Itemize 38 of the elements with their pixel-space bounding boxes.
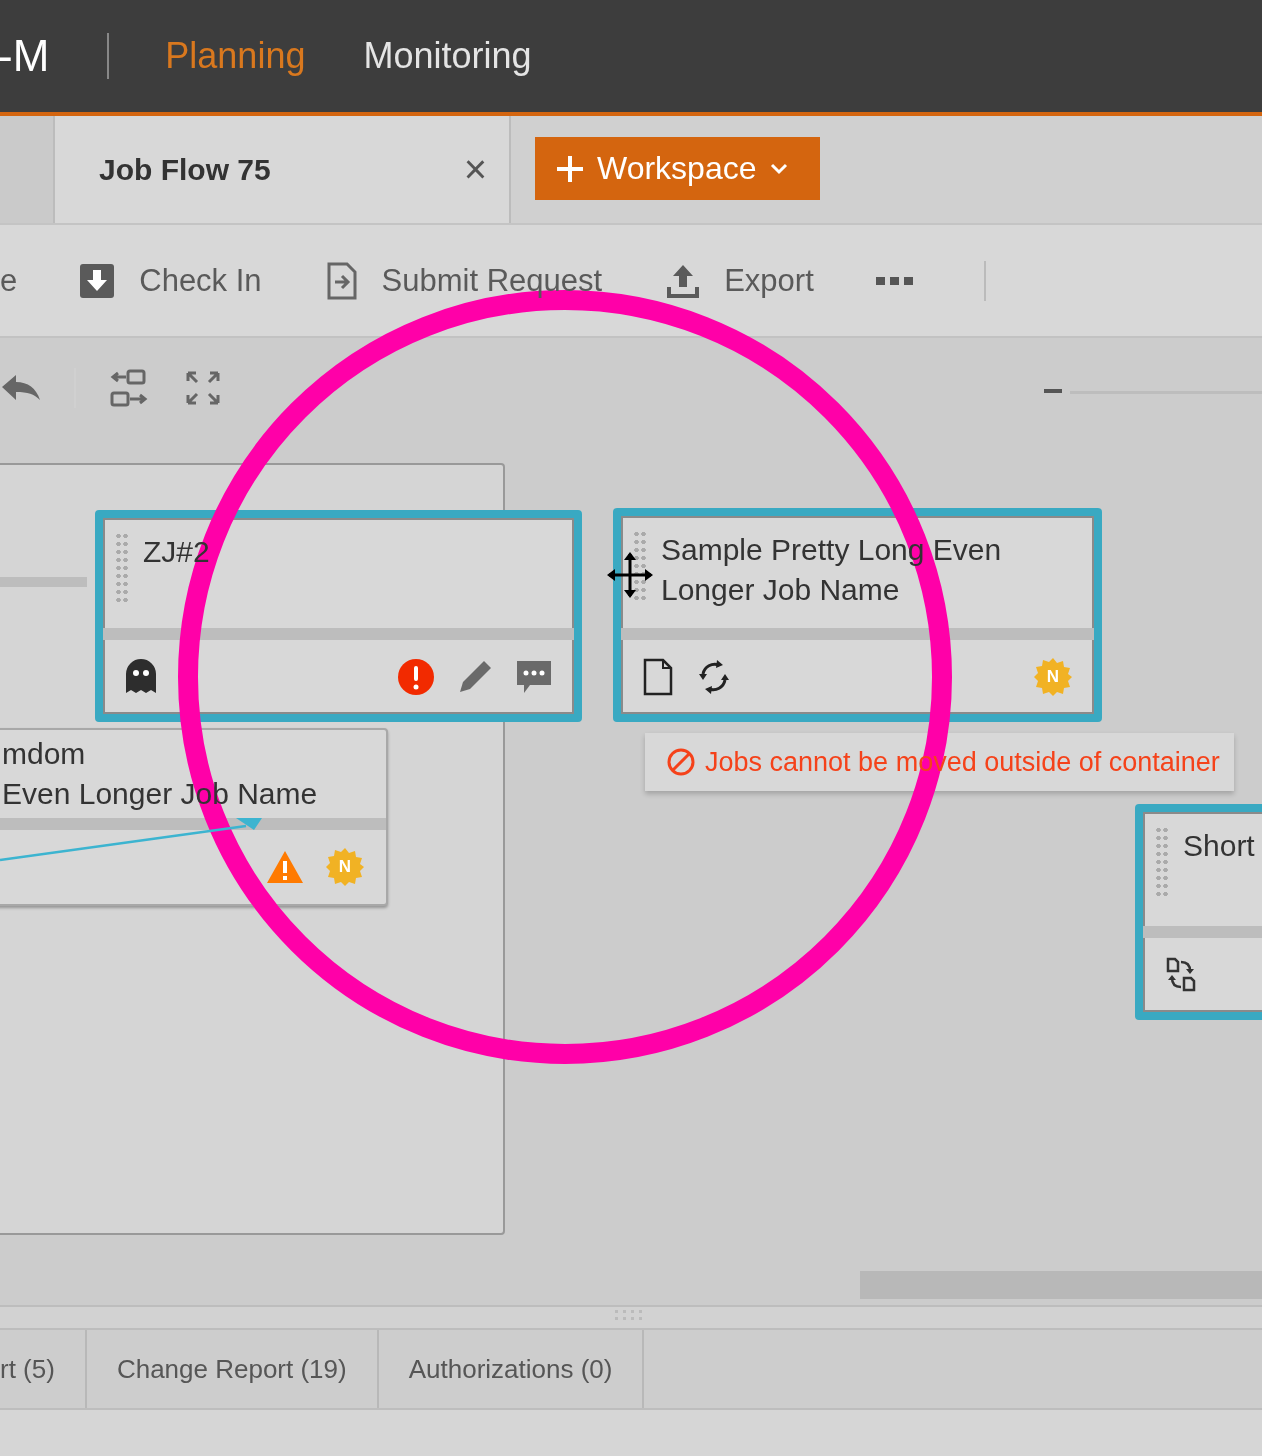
download-icon <box>79 262 116 299</box>
swap-files-icon <box>1165 956 1197 994</box>
tab[interactable]: Job Flow 75 × <box>55 116 511 223</box>
toolbar-button[interactable]: Check In <box>79 262 262 299</box>
prohibited-icon <box>667 748 695 776</box>
drag-handle[interactable] <box>115 532 129 602</box>
drag-handle[interactable] <box>633 530 647 600</box>
layout-icon[interactable] <box>110 369 148 407</box>
nav-tab[interactable]: Planning <box>165 35 306 77</box>
plus-icon <box>557 155 583 182</box>
close-button[interactable]: × <box>463 147 487 192</box>
fit-screen-icon[interactable] <box>186 371 220 405</box>
job-name: Short <box>1183 828 1255 864</box>
move-cursor-icon <box>607 552 653 598</box>
panel-tab[interactable]: Change Report (19) <box>86 1330 379 1408</box>
toolbar-button[interactable]: Submit Request <box>325 261 603 300</box>
drag-handle[interactable] <box>1155 826 1169 896</box>
toolbar-button[interactable]: Export <box>666 262 814 299</box>
warning-icon <box>266 850 304 884</box>
panel-tab[interactable]: rt (5) <box>0 1330 87 1408</box>
document-arrow-icon <box>325 261 358 300</box>
add-workspace-button[interactable]: Workspace <box>535 137 820 200</box>
zoom-out-icon[interactable] <box>1044 389 1062 393</box>
document-icon <box>643 658 673 696</box>
error-icon <box>398 659 434 695</box>
job-card[interactable]: Short <box>1135 804 1262 1020</box>
more-icon[interactable] <box>875 275 914 286</box>
tab[interactable] <box>0 116 55 223</box>
nav-tab[interactable]: Monitoring <box>363 35 532 77</box>
toolbar-button[interactable]: e <box>0 262 18 299</box>
ghost-icon <box>125 659 157 695</box>
undo-icon[interactable] <box>2 375 40 401</box>
new-badge: N <box>326 848 364 886</box>
caret-icon <box>770 162 789 175</box>
comment-icon <box>516 660 552 694</box>
app-logo: -M <box>0 31 50 81</box>
panel-tab[interactable]: Authorizations (0) <box>378 1330 645 1408</box>
new-badge: N <box>1034 658 1072 696</box>
